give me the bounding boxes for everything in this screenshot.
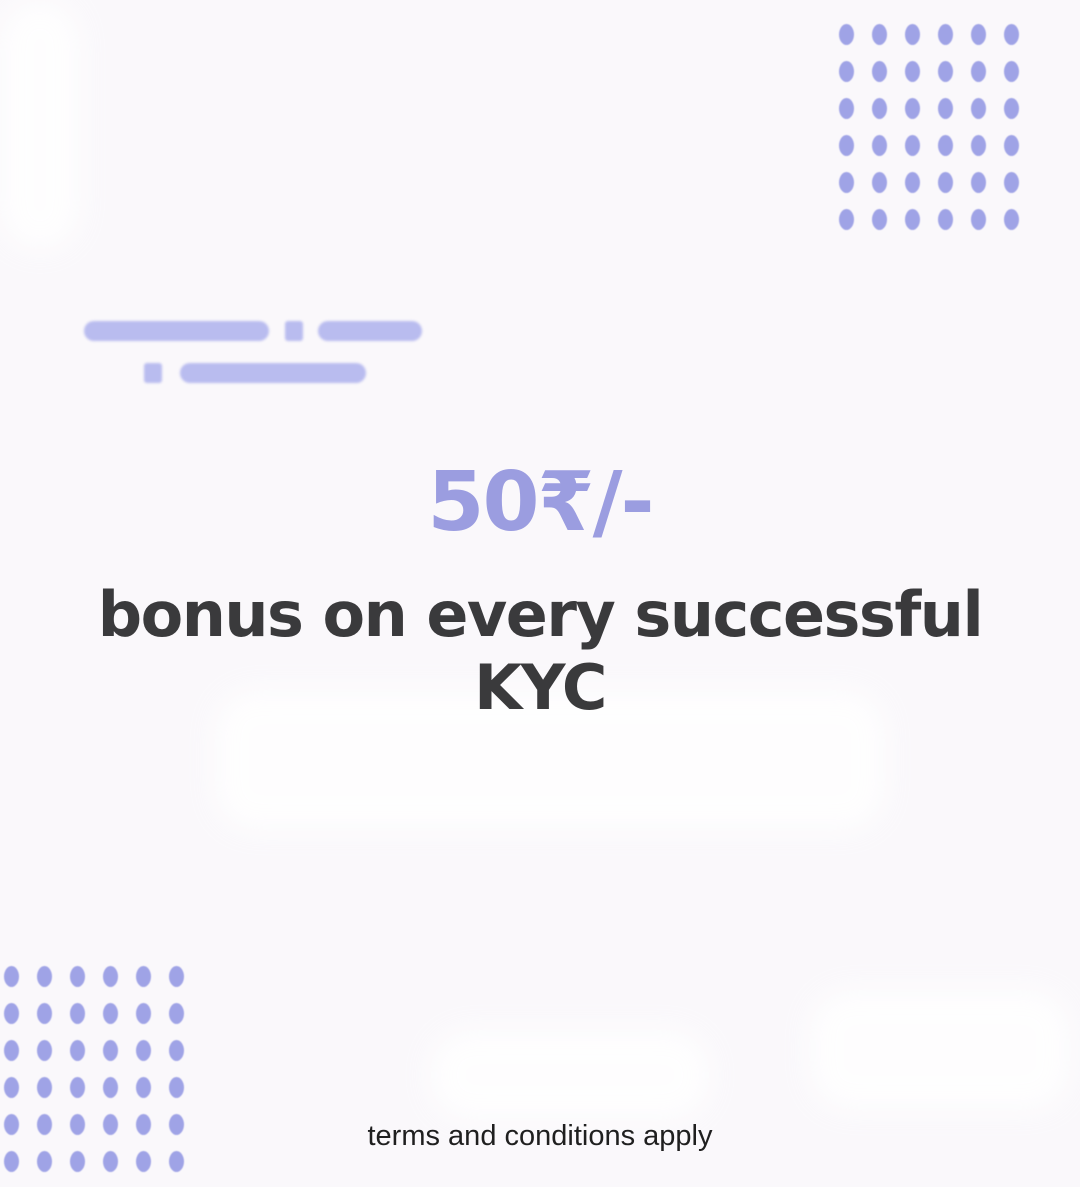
- dot-icon: [4, 1077, 19, 1098]
- dot-icon: [70, 966, 85, 987]
- dot-icon: [905, 98, 920, 119]
- dot-icon: [872, 24, 887, 45]
- dot-icon: [4, 1040, 19, 1061]
- dot-icon: [905, 209, 920, 230]
- dot-icon: [971, 24, 986, 45]
- dot-icon: [136, 1040, 151, 1061]
- dot-icon: [37, 1151, 52, 1172]
- dot-icon: [872, 135, 887, 156]
- dot-icon: [103, 1077, 118, 1098]
- dot-icon: [4, 1151, 19, 1172]
- dot-icon: [169, 1040, 184, 1061]
- dot-icon: [70, 1151, 85, 1172]
- dot-icon: [839, 135, 854, 156]
- dot-icon: [4, 966, 19, 987]
- background-blob: [0, 0, 80, 250]
- page-title: bonus on every successful KYC: [97, 578, 984, 724]
- background-blob: [810, 990, 1070, 1110]
- dot-icon: [839, 61, 854, 82]
- dot-icon: [905, 172, 920, 193]
- dot-icon: [938, 172, 953, 193]
- dot-pattern-bottom-left: [4, 966, 202, 1187]
- dot-icon: [103, 1040, 118, 1061]
- dot-icon: [103, 1003, 118, 1024]
- dot-icon: [938, 135, 953, 156]
- dot-icon: [136, 966, 151, 987]
- dash-shape: [318, 321, 422, 341]
- dash-shape: [285, 321, 303, 341]
- dot-icon: [971, 135, 986, 156]
- dot-icon: [971, 209, 986, 230]
- dot-icon: [136, 1003, 151, 1024]
- dot-icon: [169, 1151, 184, 1172]
- dot-icon: [872, 98, 887, 119]
- dot-icon: [37, 966, 52, 987]
- dot-icon: [971, 61, 986, 82]
- dot-icon: [872, 61, 887, 82]
- dot-icon: [839, 24, 854, 45]
- dot-icon: [938, 209, 953, 230]
- dash-shape: [144, 363, 162, 383]
- dot-icon: [839, 172, 854, 193]
- dot-icon: [971, 98, 986, 119]
- dot-icon: [169, 1003, 184, 1024]
- dot-icon: [103, 966, 118, 987]
- dot-icon: [1004, 24, 1019, 45]
- dot-icon: [37, 1040, 52, 1061]
- terms-note: terms and conditions apply: [367, 1120, 713, 1152]
- dot-icon: [905, 61, 920, 82]
- dot-icon: [1004, 61, 1019, 82]
- dot-icon: [37, 1077, 52, 1098]
- dot-icon: [1004, 135, 1019, 156]
- dot-icon: [70, 1003, 85, 1024]
- dot-icon: [1004, 98, 1019, 119]
- dot-icon: [872, 172, 887, 193]
- dot-pattern-top-right: [839, 24, 1037, 246]
- dot-icon: [971, 172, 986, 193]
- background-blob: [430, 1030, 710, 1120]
- dash-shape: [180, 363, 366, 383]
- promo-banner: 50₹/- bonus on every successful KYC term…: [0, 0, 1080, 1187]
- dot-icon: [169, 1077, 184, 1098]
- dot-icon: [1004, 172, 1019, 193]
- dot-icon: [103, 1151, 118, 1172]
- dot-icon: [169, 966, 184, 987]
- dot-icon: [938, 24, 953, 45]
- dot-icon: [872, 209, 887, 230]
- dot-icon: [136, 1151, 151, 1172]
- dot-icon: [905, 24, 920, 45]
- dot-icon: [136, 1077, 151, 1098]
- decorative-dashes: [80, 315, 430, 395]
- dot-icon: [839, 209, 854, 230]
- dot-icon: [70, 1077, 85, 1098]
- dot-icon: [1004, 209, 1019, 230]
- dot-icon: [905, 135, 920, 156]
- dot-icon: [839, 98, 854, 119]
- dot-icon: [938, 98, 953, 119]
- dash-shape: [84, 321, 269, 341]
- dot-icon: [938, 61, 953, 82]
- bonus-amount: 50₹/-: [427, 455, 654, 550]
- dot-icon: [37, 1003, 52, 1024]
- dot-icon: [4, 1003, 19, 1024]
- dot-icon: [70, 1040, 85, 1061]
